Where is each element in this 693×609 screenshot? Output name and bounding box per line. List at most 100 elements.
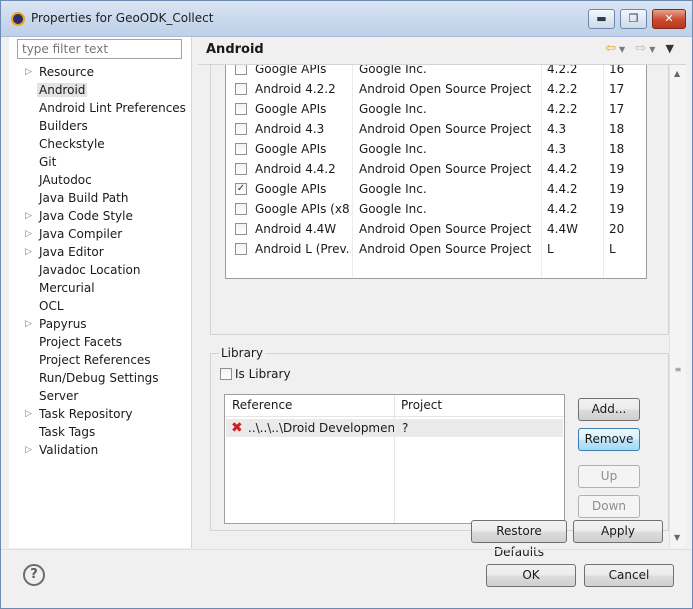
target-api-level: 20: [609, 222, 625, 236]
sidebar-item-git[interactable]: Git: [9, 153, 192, 171]
sidebar-item-server[interactable]: Server: [9, 387, 192, 405]
project-column-header[interactable]: Project: [401, 398, 442, 412]
page-scroll-area: Google APIs Google Inc. 4.2.2 16 Android 4.2…: [198, 65, 686, 559]
target-platform: 4.4.2: [547, 162, 578, 176]
cancel-button[interactable]: Cancel: [584, 564, 674, 587]
target-checkbox[interactable]: [235, 103, 247, 115]
target-checkbox[interactable]: [235, 143, 247, 155]
target-checkbox[interactable]: [235, 123, 247, 135]
scroll-thumb[interactable]: ≡: [672, 365, 684, 379]
table-row[interactable]: ✖ ..\..\..\Droid Developmen... ?: [226, 419, 563, 437]
scroll-up-icon[interactable]: ▲: [674, 69, 680, 78]
target-checkbox[interactable]: ✓: [235, 183, 247, 195]
table-row[interactable]: ✓ Google APIs Google Inc. 4.4.2 19: [226, 179, 646, 199]
down-button[interactable]: Down: [578, 495, 640, 518]
target-name: Android 4.2.2: [255, 82, 336, 96]
sidebar-item-checkstyle[interactable]: Checkstyle: [9, 135, 192, 153]
category-tree: ▷ Resource Android Android Lint Preferences…: [9, 63, 192, 459]
table-row[interactable]: Android 4.4W Android Open Source Project 4…: [226, 219, 646, 239]
expand-arrow-icon[interactable]: ▷: [25, 405, 32, 423]
minimize-button[interactable]: ▬: [588, 9, 615, 29]
scroll-down-icon[interactable]: ▼: [674, 533, 680, 542]
expand-arrow-icon[interactable]: ▷: [25, 441, 32, 459]
target-platform: 4.2.2: [547, 65, 578, 76]
add-button[interactable]: Add...: [578, 398, 640, 421]
target-checkbox[interactable]: [235, 243, 247, 255]
expand-arrow-icon[interactable]: ▷: [25, 315, 32, 333]
expand-arrow-icon[interactable]: ▷: [25, 207, 32, 225]
table-row[interactable]: Google APIs Google Inc. 4.2.2 17: [226, 99, 646, 119]
table-row[interactable]: Android 4.4.2 Android Open Source Project…: [226, 159, 646, 179]
expand-arrow-icon[interactable]: ▷: [25, 243, 32, 261]
expand-arrow-icon[interactable]: ▷: [25, 225, 32, 243]
ok-button[interactable]: OK: [486, 564, 576, 587]
back-arrow-icon[interactable]: ⇦: [605, 41, 616, 56]
sidebar-item-label: Android Lint Preferences: [39, 101, 186, 115]
sidebar-item-java-editor[interactable]: ▷ Java Editor: [9, 243, 192, 261]
target-api-level: 19: [609, 182, 625, 196]
sidebar-item-builders[interactable]: Builders: [9, 117, 192, 135]
table-row[interactable]: Google APIs (x8... Google Inc. 4.4.2 19: [226, 199, 646, 219]
view-menu-icon[interactable]: ▼: [666, 42, 674, 55]
target-vendor: Android Open Source Project: [359, 122, 532, 136]
sidebar-item-project-facets[interactable]: Project Facets: [9, 333, 192, 351]
build-target-table[interactable]: Google APIs Google Inc. 4.2.2 16 Android 4.2…: [225, 65, 647, 279]
sidebar-item-label: Java Editor: [39, 245, 104, 259]
sidebar-item-run-debug-settings[interactable]: Run/Debug Settings: [9, 369, 192, 387]
library-reference-table[interactable]: Reference Project ✖ ..\..\..\Droid Devel…: [224, 394, 565, 524]
help-icon[interactable]: ?: [23, 564, 45, 586]
table-row[interactable]: Android L (Prev... Android Open Source Pr…: [226, 239, 646, 259]
restore-defaults-button[interactable]: Restore Defaults: [471, 520, 567, 559]
sidebar-item-label: JAutodoc: [39, 173, 92, 187]
sidebar-item-java-code-style[interactable]: ▷ Java Code Style: [9, 207, 192, 225]
remove-button[interactable]: Remove: [578, 428, 640, 451]
filter-input[interactable]: [17, 39, 182, 59]
close-button[interactable]: ✕: [652, 9, 686, 29]
sidebar-item-label: Java Code Style: [39, 209, 133, 223]
target-vendor: Google Inc.: [359, 65, 427, 76]
is-library-checkbox[interactable]: Is Library: [220, 367, 291, 381]
forward-arrow-icon[interactable]: ⇨: [635, 41, 646, 56]
maximize-button[interactable]: ❐: [620, 9, 647, 29]
sidebar-item-task-tags[interactable]: Task Tags: [9, 423, 192, 441]
sidebar-item-android[interactable]: Android: [9, 81, 192, 99]
sidebar-item-label: Validation: [39, 443, 99, 457]
sidebar-item-label: Server: [39, 389, 79, 403]
sidebar-item-java-build-path[interactable]: Java Build Path: [9, 189, 192, 207]
target-checkbox[interactable]: [235, 83, 247, 95]
sidebar-item-jautodoc[interactable]: JAutodoc: [9, 171, 192, 189]
target-checkbox[interactable]: [235, 163, 247, 175]
target-checkbox[interactable]: [235, 203, 247, 215]
table-row[interactable]: Android 4.3 Android Open Source Project 4.…: [226, 119, 646, 139]
sidebar-item-papyrus[interactable]: ▷ Papyrus: [9, 315, 192, 333]
target-checkbox[interactable]: [235, 223, 247, 235]
sidebar-item-android-lint-preferences[interactable]: Android Lint Preferences: [9, 99, 192, 117]
expand-arrow-icon[interactable]: ▷: [25, 63, 32, 81]
reference-column-header[interactable]: Reference: [232, 398, 292, 412]
apply-button[interactable]: Apply: [573, 520, 663, 543]
error-icon: ✖: [231, 420, 243, 436]
target-name: Google APIs: [255, 182, 327, 196]
sidebar-item-label: Project References: [39, 353, 151, 367]
vertical-scrollbar[interactable]: ▲ ≡ ▼: [669, 65, 686, 548]
sidebar-item-mercurial[interactable]: Mercurial: [9, 279, 192, 297]
table-row[interactable]: Google APIs Google Inc. 4.2.2 16: [226, 65, 646, 79]
target-vendor: Google Inc.: [359, 202, 427, 216]
sidebar-item-project-references[interactable]: Project References: [9, 351, 192, 369]
target-checkbox[interactable]: [235, 65, 247, 75]
sidebar-item-task-repository[interactable]: ▷ Task Repository: [9, 405, 192, 423]
target-platform: L: [547, 242, 554, 256]
sidebar-item-validation[interactable]: ▷ Validation: [9, 441, 192, 459]
table-row[interactable]: Google APIs Google Inc. 4.3 18: [226, 139, 646, 159]
sidebar-item-javadoc-location[interactable]: Javadoc Location: [9, 261, 192, 279]
is-library-checkbox-box[interactable]: [220, 368, 232, 380]
forward-menu-icon[interactable]: ▼: [649, 45, 655, 54]
table-row[interactable]: Android 4.2.2 Android Open Source Project…: [226, 79, 646, 99]
back-menu-icon[interactable]: ▼: [619, 45, 625, 54]
target-vendor: Android Open Source Project: [359, 222, 532, 236]
up-button[interactable]: Up: [578, 465, 640, 488]
sidebar-item-ocl[interactable]: OCL: [9, 297, 192, 315]
page-title: Android: [206, 42, 264, 57]
sidebar-item-java-compiler[interactable]: ▷ Java Compiler: [9, 225, 192, 243]
sidebar-item-resource[interactable]: ▷ Resource: [9, 63, 192, 81]
